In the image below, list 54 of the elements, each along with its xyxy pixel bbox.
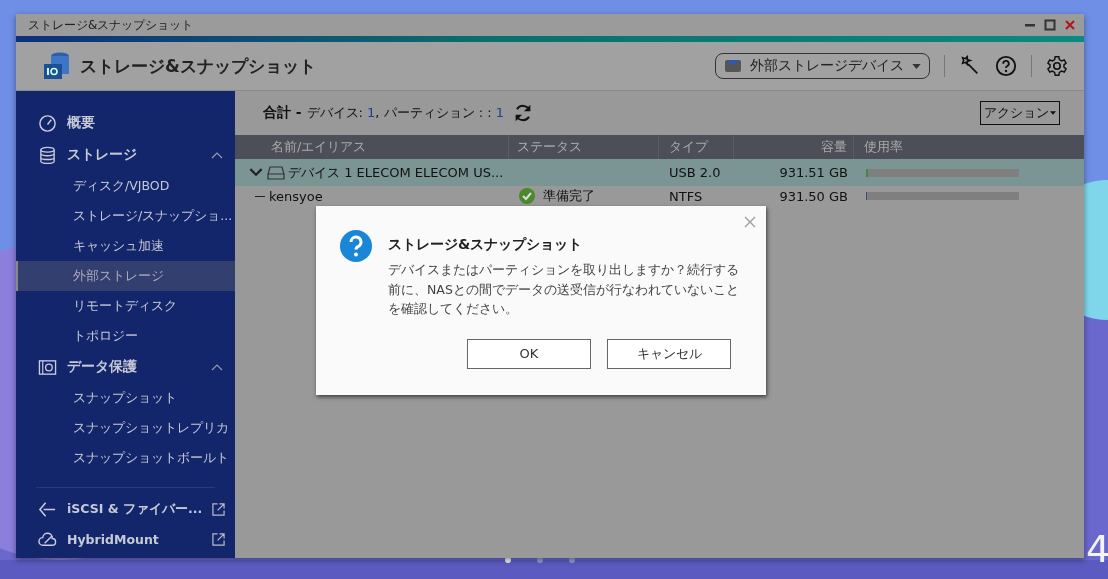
sidebar-item[interactable]: キャッシュ加速 xyxy=(16,231,235,261)
status-cell: 準備完了 xyxy=(543,187,595,205)
drive-icon xyxy=(724,59,742,73)
close-icon[interactable] xyxy=(744,216,756,228)
clock-text: 4 xyxy=(1086,530,1108,568)
question-icon xyxy=(340,230,372,262)
drive-icon xyxy=(267,165,285,180)
sidebar-group[interactable]: 概要 xyxy=(16,107,235,139)
sidebar-item[interactable]: 外部ストレージ xyxy=(16,261,235,291)
help-icon[interactable] xyxy=(995,55,1017,77)
database-icon xyxy=(38,145,57,165)
settings-icon[interactable] xyxy=(1046,55,1068,77)
sidebar-item[interactable]: スナップショットレプリカ xyxy=(16,413,235,443)
ok-button[interactable]: OK xyxy=(467,338,591,369)
sidebar-item[interactable]: トポロジー xyxy=(16,321,235,351)
gauge-icon xyxy=(38,113,57,133)
storage-logo-icon xyxy=(42,51,72,81)
app-title: ストレージ&スナップショット xyxy=(80,54,316,78)
name-cell: デバイス 1 ELECOM ELECOM US... xyxy=(288,163,504,182)
device-dropdown[interactable]: 外部ストレージデバイス xyxy=(715,53,930,79)
external-link-icon xyxy=(212,502,225,516)
caret-icon xyxy=(1050,111,1056,115)
external-link-icon xyxy=(212,532,225,546)
summary-text: 合計 - デバイス: 1, パーティション : : 1 xyxy=(263,104,505,122)
sidebar-group[interactable]: データ保護 xyxy=(16,351,235,383)
column-header[interactable]: 使用率 xyxy=(854,135,1084,159)
close-icon[interactable] xyxy=(1064,19,1076,31)
sidebar-item[interactable]: リモートディスク xyxy=(16,291,235,321)
window-title: ストレージ&スナップショット xyxy=(28,16,194,34)
check-icon xyxy=(519,188,535,204)
sidebar-item[interactable]: ストレージ/スナップショ... xyxy=(16,201,235,231)
camera-icon xyxy=(38,357,57,377)
cancel-button[interactable]: キャンセル xyxy=(607,338,731,369)
action-button[interactable]: アクション xyxy=(980,101,1060,125)
sidebar-link[interactable]: HybridMount xyxy=(16,524,235,554)
sidebar-item[interactable]: スナップショット xyxy=(16,383,235,413)
chevron-icon[interactable] xyxy=(211,151,223,159)
caret-icon xyxy=(912,63,921,69)
type-cell: USB 2.0 xyxy=(669,165,721,180)
chevron-icon[interactable] xyxy=(249,168,263,177)
sidebar-group[interactable]: ストレージ xyxy=(16,139,235,171)
capacity-cell: 931.50 GB xyxy=(779,188,848,204)
sidebar-link[interactable]: iSCSI & ファイバー... xyxy=(16,494,235,524)
capacity-cell: 931.51 GB xyxy=(779,165,848,180)
dialog-message: デバイスまたはパーティションを取り出しますか？続行する前に、NASとの間でデータの送受信が行なわれていないことを確認してください。 xyxy=(388,261,740,318)
type-cell: NTFS xyxy=(669,188,703,204)
name-cell: kensyoe xyxy=(269,188,323,204)
chevron-icon[interactable] xyxy=(211,363,223,371)
maximize-icon[interactable] xyxy=(1044,19,1056,31)
magic-wand-icon[interactable] xyxy=(959,55,981,77)
table-row[interactable]: デバイス 1 ELECOM ELECOM US... USB 2.0 931.51 GB xyxy=(235,159,1084,186)
sidebar-item[interactable]: スナップショットボールト xyxy=(16,443,235,473)
dialog-title: ストレージ&スナップショット xyxy=(388,236,584,254)
sidebar-item[interactable]: ディスク/VJBOD xyxy=(16,171,235,201)
